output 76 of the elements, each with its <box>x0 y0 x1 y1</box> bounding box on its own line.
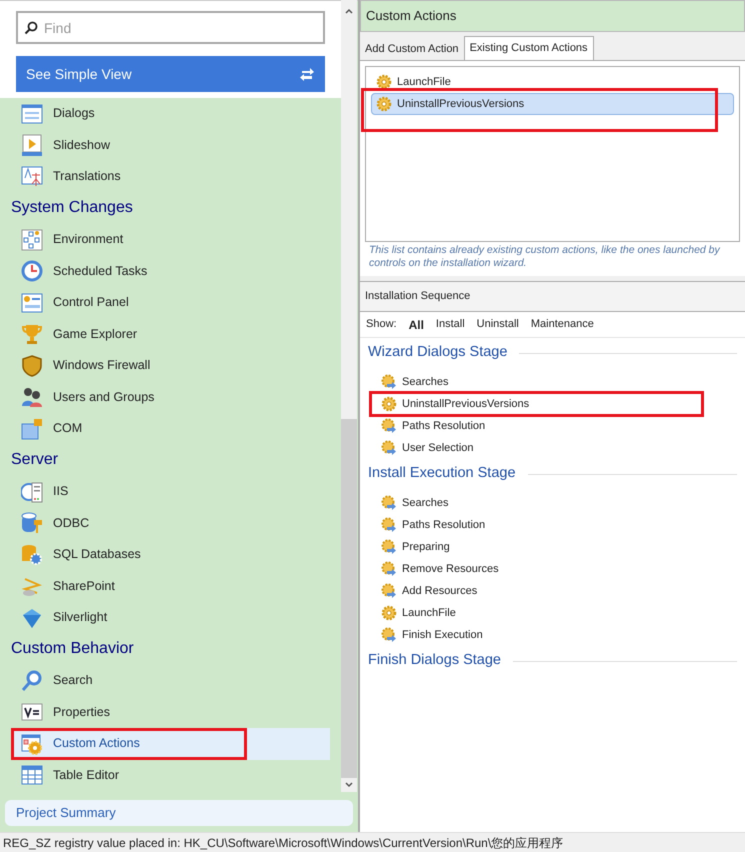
window-gear-icon <box>21 732 43 755</box>
users-icon <box>21 386 43 408</box>
sequence-step[interactable]: Remove Resources <box>381 558 499 580</box>
sequence-step[interactable]: Paths Resolution <box>381 514 486 536</box>
puzzle-icon <box>21 418 43 440</box>
status-bar: REG_SZ registry value placed in: HK_CU\Software\Microsoft\Windows\CurrentVersion\Run\您的应用程序 <box>0 832 745 852</box>
simple-view-button[interactable]: See Simple View <box>16 56 325 92</box>
trophy-icon <box>21 323 43 346</box>
sequence-step[interactable]: User Selection <box>381 437 474 459</box>
sequence-step[interactable]: UninstallPreviousVersions <box>381 393 530 415</box>
gear-icon <box>376 74 392 90</box>
filter-option[interactable]: Uninstall <box>476 316 519 333</box>
panel-header: Custom Actions <box>360 0 745 32</box>
project-summary-link[interactable]: Project Summary <box>5 800 353 826</box>
database-plug-icon <box>21 512 43 534</box>
list-item[interactable]: LaunchFile <box>371 71 734 93</box>
server-icon <box>21 480 43 503</box>
database-gear-icon <box>21 544 43 566</box>
filter-option[interactable]: Maintenance <box>530 316 594 333</box>
filter-option[interactable]: Install <box>436 316 465 333</box>
sidebar-item[interactable]: Control Panel <box>11 287 330 318</box>
sidebar-item[interactable]: COM <box>11 413 330 444</box>
search-field[interactable]: Find <box>16 11 325 44</box>
tab[interactable]: Existing Custom Actions <box>464 36 594 60</box>
show-label: Show: <box>366 317 397 332</box>
gear-icon <box>376 96 392 112</box>
gear-icon <box>381 396 397 412</box>
sequence-step[interactable]: Searches <box>381 492 448 514</box>
stage-heading: Wizard Dialogs Stage <box>368 343 508 362</box>
translate-icon <box>21 166 43 188</box>
sidebar-item[interactable]: Translations <box>11 161 330 192</box>
scrollbar[interactable] <box>341 0 357 792</box>
sidebar-item[interactable]: Silverlight <box>11 602 330 634</box>
help-text: This list contains already existing custom actions, like the ones launched by controls on the installation wizard. <box>368 243 722 270</box>
tab[interactable]: Add Custom Action <box>360 38 464 60</box>
stage-heading: Finish Dialogs Stage <box>368 651 501 670</box>
sequence-step[interactable]: Add Resources <box>381 580 478 602</box>
sidebar-item[interactable]: Dialogs <box>11 98 330 130</box>
window-icon <box>21 102 43 125</box>
sidebar-item[interactable]: Scheduled Tasks <box>11 256 330 287</box>
formula-icon <box>21 701 43 724</box>
sidebar-item[interactable]: Environment <box>11 224 330 256</box>
table-icon <box>21 764 43 786</box>
sidebar-item[interactable]: SQL Databases <box>11 539 330 570</box>
sidebar-item[interactable]: Properties <box>11 696 330 728</box>
sequence-step[interactable]: Searches <box>381 371 448 393</box>
sidebar-item[interactable]: Windows Firewall <box>11 350 330 382</box>
search-icon <box>21 670 43 692</box>
section-heading: Server <box>11 450 60 470</box>
section-header: Installation Sequence <box>360 282 745 312</box>
crystal-icon <box>21 606 43 629</box>
sidebar-item[interactable]: SharePoint <box>11 570 330 602</box>
section-heading: System Changes <box>11 198 134 218</box>
clock-icon <box>21 260 43 282</box>
sequence-step[interactable]: Finish Execution <box>381 624 483 646</box>
shield-icon <box>21 354 43 377</box>
sidebar-item[interactable]: Game Explorer <box>11 318 330 350</box>
network-icon <box>21 228 43 251</box>
search-icon <box>24 21 38 35</box>
sequence-step[interactable]: Paths Resolution <box>381 415 486 437</box>
panel-icon <box>21 292 43 314</box>
list-item[interactable]: UninstallPreviousVersions <box>371 93 734 115</box>
filter-option[interactable]: All <box>408 316 424 334</box>
sidebar-item[interactable]: Users and Groups <box>11 382 330 413</box>
stage-heading: Install Execution Stage <box>368 464 516 484</box>
sidebar-item[interactable]: ODBC <box>11 508 330 539</box>
sidebar-item[interactable]: Slideshow <box>11 130 330 161</box>
sidebar-item[interactable]: IIS <box>11 476 330 508</box>
sidebar-item[interactable]: Table Editor <box>11 760 330 791</box>
sequence-step[interactable]: LaunchFile <box>381 602 456 624</box>
sidebar-item[interactable]: Search <box>11 665 330 696</box>
swap-icon <box>299 66 315 82</box>
sequence-step[interactable]: Preparing <box>381 536 450 558</box>
gear-icon <box>381 605 397 621</box>
play-icon <box>21 134 43 156</box>
section-heading: Custom Behavior <box>11 639 135 660</box>
